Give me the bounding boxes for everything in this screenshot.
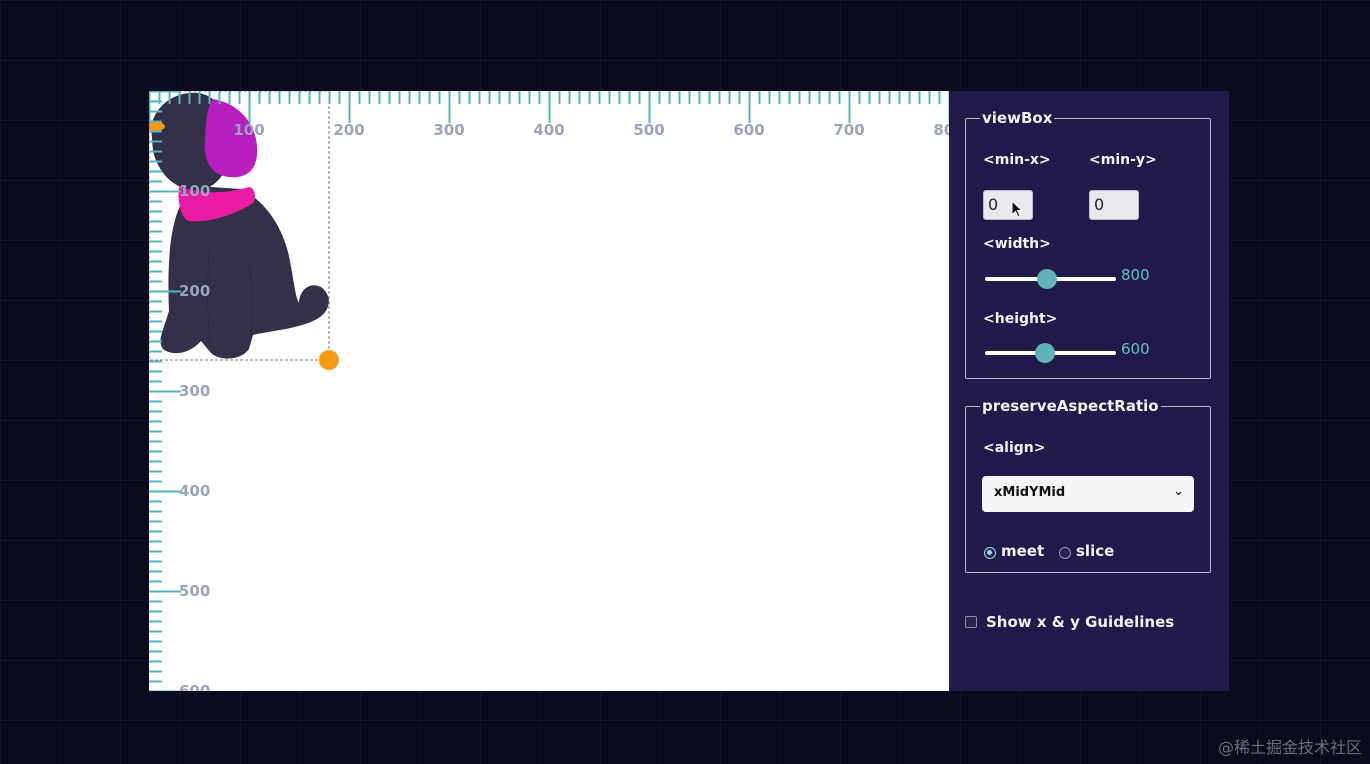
meet-label[interactable]: meet <box>1001 542 1044 560</box>
height-slider[interactable] <box>985 343 1116 363</box>
ruler-y-label: 100 <box>179 182 210 200</box>
ruler-x-label: 200 <box>333 121 364 139</box>
pointer-cursor-icon <box>1011 200 1024 218</box>
height-slider-thumb[interactable] <box>1035 343 1056 363</box>
height-value: 600 <box>1121 340 1150 358</box>
aspect-ratio-legend: preserveAspectRatio <box>982 397 1159 415</box>
viewbox-fieldset: viewBox <min-x> <min-y> 0 0 <width> 800 … <box>965 109 1211 379</box>
svg-preview-canvas: 100 200 300 400 500 600 700 800 100 200 300 400 500… <box>149 91 949 691</box>
align-select-value: xMidYMid <box>994 485 1066 500</box>
height-label: <height> <box>983 311 1058 327</box>
ruler-x: 100 200 300 400 500 600 700 800 <box>149 91 949 139</box>
width-label: <width> <box>983 236 1051 252</box>
min-y-label: <min-y> <box>1089 152 1157 168</box>
ruler-y-label: 200 <box>179 282 210 300</box>
guidelines-checkbox[interactable] <box>965 616 977 628</box>
width-slider[interactable] <box>985 269 1116 289</box>
controls-panel: viewBox <min-x> <min-y> 0 0 <width> 800 … <box>949 91 1229 691</box>
chevron-down-icon: ⌄ <box>1173 484 1184 499</box>
ruler-x-label: 500 <box>633 121 664 139</box>
slice-label[interactable]: slice <box>1076 542 1114 560</box>
min-y-input[interactable]: 0 <box>1089 190 1139 220</box>
viewbox-legend: viewBox <box>982 109 1053 127</box>
width-value: 800 <box>1121 266 1150 284</box>
width-slider-thumb[interactable] <box>1036 269 1057 289</box>
ruler-y-label: 600 <box>179 682 210 691</box>
svg-preview: 100 200 300 400 500 600 700 800 100 200 300 400 500… <box>149 91 949 691</box>
ruler-x-label: 400 <box>533 121 564 139</box>
ruler-y-label: 500 <box>179 582 210 600</box>
ruler-y-label: 400 <box>179 482 210 500</box>
ruler-x-label: 300 <box>433 121 464 139</box>
ruler-x-label: 600 <box>733 121 764 139</box>
ruler-y: 100 200 300 400 500 600 <box>149 91 210 691</box>
aspect-ratio-fieldset: preserveAspectRatio <align> xMidYMid ⌄ m… <box>965 397 1211 573</box>
ruler-y-label: 300 <box>179 382 210 400</box>
min-x-label: <min-x> <box>983 152 1051 168</box>
min-x-input[interactable]: 0 <box>983 190 1033 220</box>
align-label: <align> <box>983 440 1046 456</box>
ruler-x-label: 800 <box>933 121 949 139</box>
resize-handle[interactable] <box>319 350 339 370</box>
watermark: @稀土掘金技术社区 <box>1217 738 1362 757</box>
guidelines-label[interactable]: Show x & y Guidelines <box>986 613 1174 631</box>
align-select[interactable]: xMidYMid ⌄ <box>982 476 1194 512</box>
ruler-x-label: 700 <box>833 121 864 139</box>
slice-radio[interactable] <box>1059 547 1071 559</box>
meet-radio[interactable] <box>984 547 996 559</box>
ruler-x-label: 100 <box>233 121 264 139</box>
